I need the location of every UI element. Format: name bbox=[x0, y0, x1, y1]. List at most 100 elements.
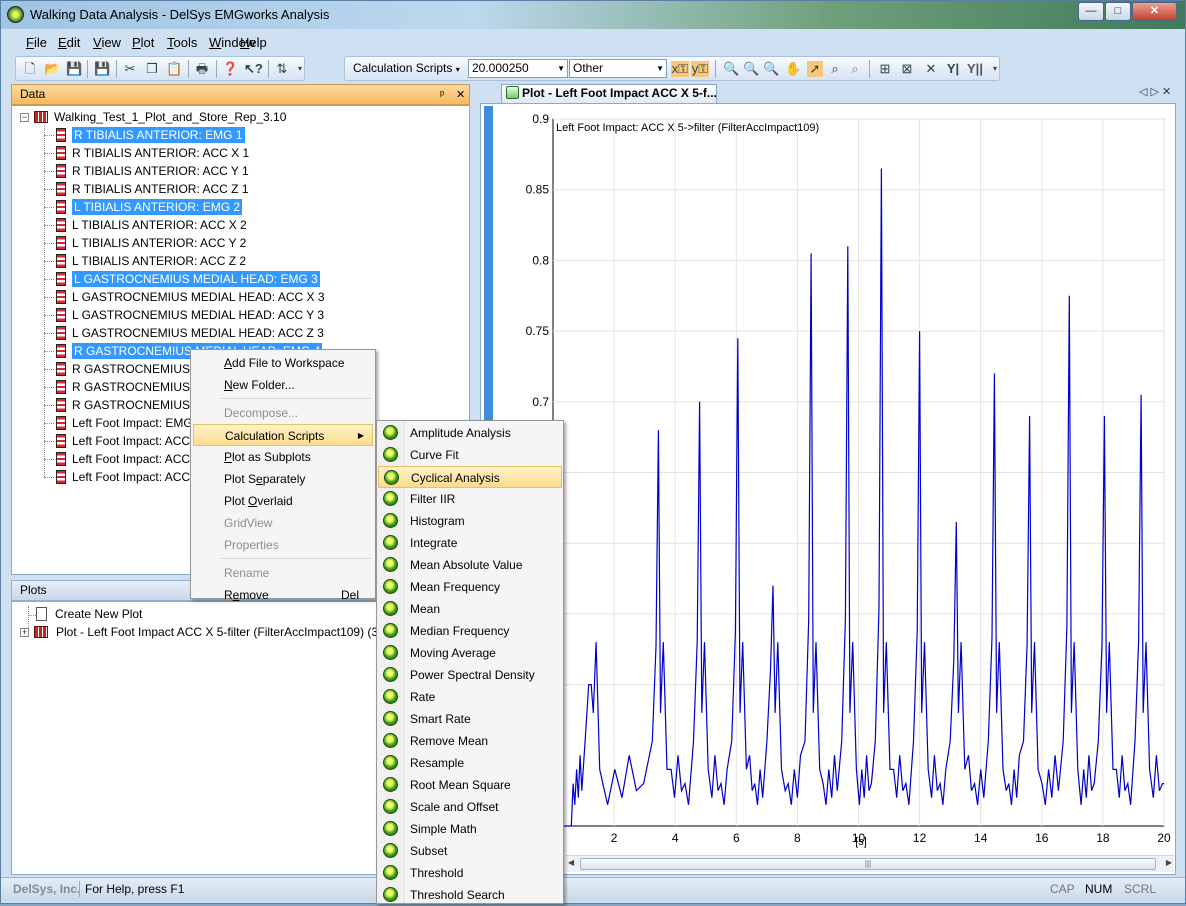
script-item-power-spectral-density[interactable]: Power Spectral Density bbox=[378, 664, 562, 686]
new-file-icon[interactable]: 🗋 bbox=[22, 61, 38, 77]
scroll-thumb[interactable]: ||| bbox=[580, 858, 1156, 870]
context-menu-item-plot-overlaid[interactable]: Plot Overlaid bbox=[193, 490, 373, 512]
x-cursor-icon[interactable]: ✕ bbox=[923, 61, 939, 77]
script-item-root-mean-square[interactable]: Root Mean Square bbox=[378, 774, 562, 796]
calc-scripts-dropdown[interactable]: Calculation Scripts ▾ bbox=[353, 61, 460, 75]
menu-edit[interactable]: Edit bbox=[58, 35, 80, 50]
zoom-out-icon[interactable]: 🔍 bbox=[763, 61, 779, 77]
y-double-cursor-icon[interactable]: Y|| bbox=[967, 61, 983, 77]
scroll-left-icon[interactable]: ◀ bbox=[568, 858, 574, 867]
script-item-remove-mean[interactable]: Remove Mean bbox=[378, 730, 562, 752]
x-axis-lock-icon[interactable]: x⚿ bbox=[671, 61, 689, 77]
script-item-integrate[interactable]: Integrate bbox=[378, 532, 562, 554]
channel-item[interactable]: R GASTROCNEMIUS M bbox=[56, 378, 203, 396]
script-item-smart-rate[interactable]: Smart Rate bbox=[378, 708, 562, 730]
zoom-in-icon[interactable]: 🔍 bbox=[743, 61, 759, 77]
y-cursor-icon[interactable]: Y| bbox=[945, 61, 961, 77]
context-menu-item-rename[interactable]: Rename bbox=[193, 562, 373, 584]
zoom-reset-icon[interactable]: ⌕ bbox=[847, 61, 863, 77]
tree-root[interactable]: Walking_Test_1_Plot_and_Store_Rep_3.10 bbox=[34, 108, 286, 126]
pan-icon[interactable]: ✋ bbox=[785, 61, 801, 77]
script-item-moving-average[interactable]: Moving Average bbox=[378, 642, 562, 664]
channel-item[interactable]: L GASTROCNEMIUS MEDIAL HEAD: ACC X 3 bbox=[56, 288, 325, 306]
script-item-histogram[interactable]: Histogram bbox=[378, 510, 562, 532]
toolbar-overflow-icon[interactable]: ▾ bbox=[292, 61, 308, 77]
close-panel-icon[interactable]: ✕ bbox=[456, 86, 465, 105]
context-menu-item-plot-as-subplots[interactable]: Plot as Subplots bbox=[193, 446, 373, 468]
channel-item[interactable]: L TIBIALIS ANTERIOR: EMG 2 bbox=[56, 198, 243, 216]
about-icon[interactable]: ❓ bbox=[222, 61, 238, 77]
script-item-scale-and-offset[interactable]: Scale and Offset bbox=[378, 796, 562, 818]
other-combo[interactable]: Other ▼ bbox=[569, 59, 667, 78]
script-item-mean-frequency[interactable]: Mean Frequency bbox=[378, 576, 562, 598]
context-menu-item-remove[interactable]: Remove Del bbox=[193, 584, 373, 606]
script-item-mean-absolute-value[interactable]: Mean Absolute Value bbox=[378, 554, 562, 576]
paste-icon[interactable]: 📋 bbox=[166, 61, 182, 77]
fit-all-icon[interactable]: ⊠ bbox=[899, 61, 915, 77]
context-menu-item-plot-separately[interactable]: Plot Separately bbox=[193, 468, 373, 490]
context-menu-item-gridview[interactable]: GridView bbox=[193, 512, 373, 534]
title-bar[interactable]: Walking Data Analysis - DelSys EMGworks … bbox=[1, 1, 1185, 29]
zoom-icon[interactable]: 🔍 bbox=[723, 61, 739, 77]
channel-item[interactable]: L TIBIALIS ANTERIOR: ACC Z 2 bbox=[56, 252, 246, 270]
menu-file[interactable]: File bbox=[26, 35, 47, 50]
channel-item[interactable]: L GASTROCNEMIUS MEDIAL HEAD: ACC Z 3 bbox=[56, 324, 324, 342]
print-icon[interactable]: 🖶 bbox=[194, 61, 210, 77]
minimize-button[interactable]: — bbox=[1078, 2, 1104, 21]
channel-item[interactable]: L GASTROCNEMIUS MEDIAL HEAD: ACC Y 3 bbox=[56, 306, 324, 324]
script-item-filter-iir[interactable]: Filter IIR bbox=[378, 488, 562, 510]
menu-help[interactable]: Help bbox=[240, 35, 267, 50]
channel-item[interactable]: R TIBIALIS ANTERIOR: EMG 1 bbox=[56, 126, 245, 144]
context-menu-item-properties[interactable]: Properties bbox=[193, 534, 373, 556]
zoom-rect-icon[interactable]: ⌕ bbox=[827, 61, 843, 77]
menu-plot[interactable]: Plot bbox=[132, 35, 154, 50]
cut-icon[interactable]: ✂ bbox=[122, 61, 138, 77]
save-all-icon[interactable]: 💾 bbox=[94, 61, 110, 77]
channel-item[interactable]: L TIBIALIS ANTERIOR: ACC Y 2 bbox=[56, 234, 246, 252]
create-new-plot-item[interactable]: Create New Plot bbox=[36, 605, 142, 623]
context-menu-item-calculation-scripts[interactable]: Calculation Scripts ▶ bbox=[193, 424, 373, 446]
script-item-threshold[interactable]: Threshold bbox=[378, 862, 562, 884]
y-axis-lock-icon[interactable]: y⚿ bbox=[691, 61, 709, 77]
channel-item[interactable]: R TIBIALIS ANTERIOR: ACC Y 1 bbox=[56, 162, 249, 180]
save-icon[interactable]: 💾 bbox=[66, 61, 82, 77]
script-item-cyclical-analysis[interactable]: Cyclical Analysis bbox=[378, 466, 562, 488]
context-help-icon[interactable]: ↖? bbox=[244, 61, 263, 77]
select-pointer-icon[interactable]: ➚ bbox=[807, 61, 823, 77]
menu-tools[interactable]: Tools bbox=[167, 35, 197, 50]
script-item-threshold-search[interactable]: Threshold Search bbox=[378, 884, 562, 906]
context-menu-item-new-folder[interactable]: New Folder... bbox=[193, 374, 373, 396]
script-item-simple-math[interactable]: Simple Math bbox=[378, 818, 562, 840]
emgworks-app-icon[interactable] bbox=[7, 6, 24, 23]
plot-list-item[interactable]: Plot - Left Foot Impact ACC X 5-filter (… bbox=[34, 623, 378, 641]
script-item-resample[interactable]: Resample bbox=[378, 752, 562, 774]
value-combo[interactable]: 20.000250 ▼ bbox=[468, 59, 568, 78]
channel-item[interactable]: Left Foot Impact: EMG bbox=[56, 414, 193, 432]
open-folder-icon[interactable]: 📂 bbox=[44, 61, 60, 77]
context-menu-item-decompose[interactable]: Decompose... bbox=[193, 402, 373, 424]
expand-icon[interactable]: + bbox=[20, 628, 29, 637]
context-menu-item-add-file-to-workspace[interactable]: Add File to Workspace bbox=[193, 352, 373, 374]
script-item-mean[interactable]: Mean bbox=[378, 598, 562, 620]
chart-svg[interactable]: 0.90.850.80.750.70.650.60.550.5 24681012… bbox=[481, 104, 1175, 874]
script-item-curve-fit[interactable]: Curve Fit bbox=[378, 444, 562, 466]
channel-item[interactable]: R TIBIALIS ANTERIOR: ACC Z 1 bbox=[56, 180, 249, 198]
script-item-median-frequency[interactable]: Median Frequency bbox=[378, 620, 562, 642]
toolbar-options-icon[interactable]: ⇅ bbox=[274, 61, 290, 77]
close-button[interactable]: ✕ bbox=[1132, 2, 1177, 21]
script-item-subset[interactable]: Subset bbox=[378, 840, 562, 862]
tab-nav-controls[interactable]: ◁ ▷ ✕ bbox=[1139, 85, 1171, 98]
channel-item[interactable]: R TIBIALIS ANTERIOR: ACC X 1 bbox=[56, 144, 249, 162]
menu-view[interactable]: View bbox=[93, 35, 121, 50]
channel-item[interactable]: R GASTROCNEMIUS M bbox=[56, 396, 203, 414]
pin-icon[interactable]: ᵖ bbox=[440, 86, 444, 105]
channel-item[interactable]: Left Foot Impact: ACC bbox=[56, 468, 190, 486]
maximize-button[interactable]: □ bbox=[1105, 2, 1131, 21]
script-item-amplitude-analysis[interactable]: Amplitude Analysis bbox=[378, 422, 562, 444]
scroll-right-icon[interactable]: ▶ bbox=[1166, 858, 1172, 867]
horizontal-scrollbar[interactable]: ◀ ||| ▶ bbox=[566, 855, 1174, 872]
toolbar-overflow-icon[interactable]: ▾ bbox=[987, 61, 1003, 77]
channel-item[interactable]: L GASTROCNEMIUS MEDIAL HEAD: EMG 3 bbox=[56, 270, 320, 288]
grid-icon[interactable]: ⊞ bbox=[877, 61, 893, 77]
channel-item[interactable]: R GASTROCNEMIUS M bbox=[56, 360, 203, 378]
